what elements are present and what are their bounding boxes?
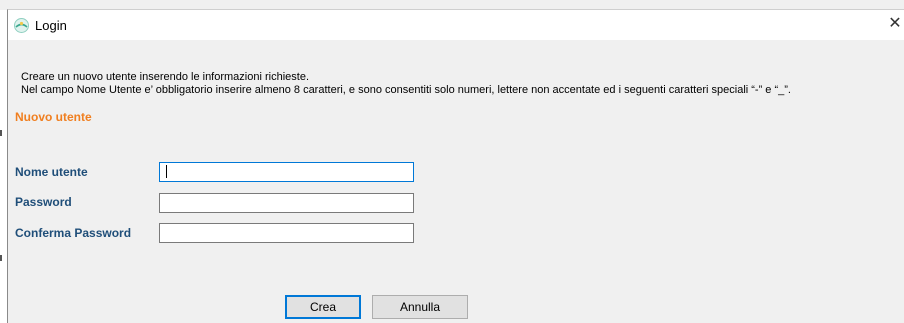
instructions-text: Creare un nuovo utente inserendo le info… [21, 71, 891, 97]
password-input[interactable] [159, 193, 414, 213]
edge-marker [0, 130, 2, 136]
title-bar: Login ✕ [8, 10, 904, 40]
window-title: Login [35, 18, 67, 33]
section-title: Nuovo utente [15, 110, 92, 124]
close-icon[interactable]: ✕ [888, 16, 902, 32]
text-caret [166, 165, 167, 178]
password-label: Password [15, 195, 72, 209]
cancel-button[interactable]: Annulla [372, 295, 468, 319]
instructions-line-2: Nel campo Nome Utente e’ obbligatorio in… [21, 84, 791, 96]
edge-marker [0, 255, 2, 261]
create-button[interactable]: Crea [285, 295, 361, 319]
login-dialog: Login ✕ Creare un nuovo utente inserendo… [7, 9, 904, 323]
confirm-password-label: Conferma Password [15, 226, 132, 240]
instructions-line-1: Creare un nuovo utente inserendo le info… [21, 71, 309, 83]
confirm-password-input[interactable] [159, 223, 414, 243]
username-input[interactable] [159, 162, 414, 182]
username-label: Nome utente [15, 165, 88, 179]
app-logo-icon [14, 18, 29, 33]
